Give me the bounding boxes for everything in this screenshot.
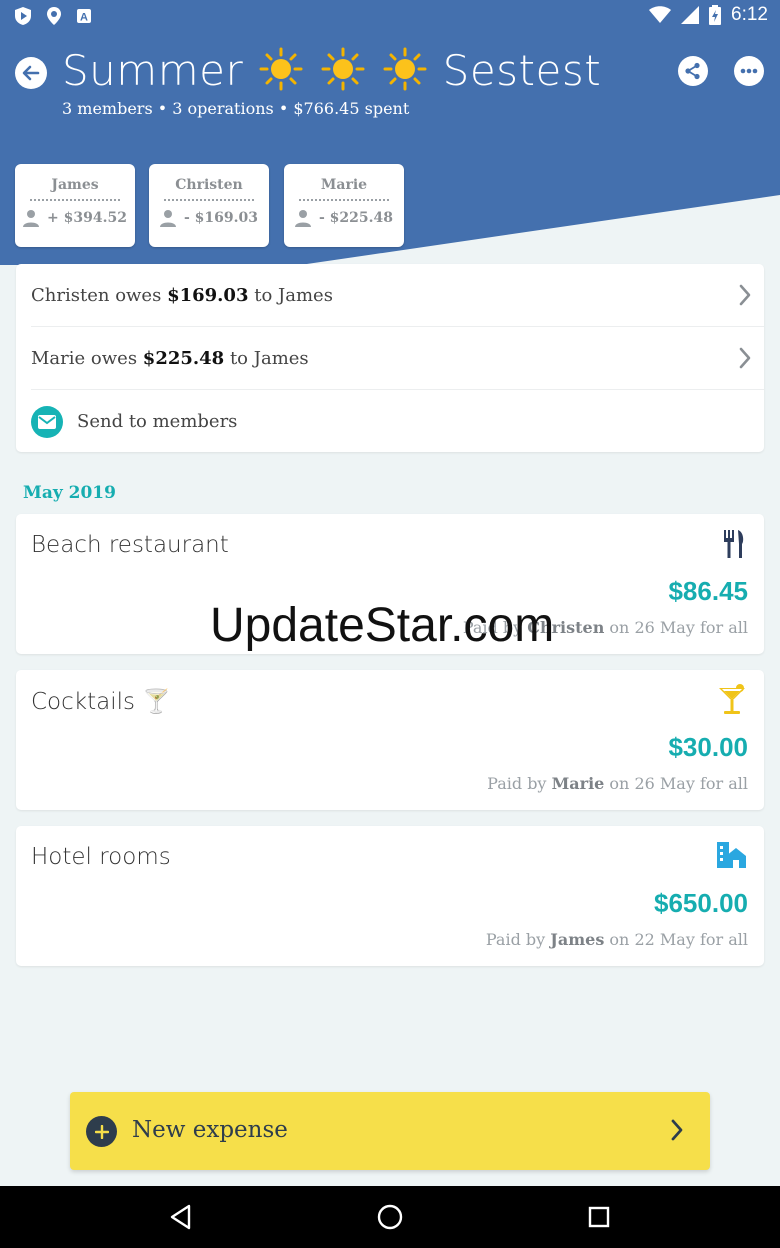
system-nav-bar (0, 1186, 780, 1248)
payer-name: Marie (551, 774, 605, 793)
member-card-marie[interactable]: Marie - $225.48 (284, 164, 404, 247)
new-expense-button[interactable]: New expense (70, 1092, 710, 1170)
debt-verb: owes (115, 285, 162, 306)
chevron-right-icon (739, 284, 751, 306)
more-button[interactable] (734, 56, 764, 86)
creditor-name: James (253, 348, 309, 369)
expense-name: Cocktails 🍸 (31, 689, 171, 715)
person-icon (159, 210, 176, 227)
person-icon (294, 210, 311, 227)
title-start: Summer (62, 46, 244, 95)
paid-details: on 26 May for all (609, 774, 748, 793)
debt-amount: $225.48 (142, 348, 225, 369)
debt-prep: to (229, 348, 249, 369)
creditor-name: James (278, 285, 333, 306)
watermark: UpdateStar.com (210, 599, 555, 652)
send-to-members-button[interactable]: Send to members (16, 390, 764, 453)
share-icon (685, 62, 700, 80)
debt-amount: $169.03 (167, 285, 249, 306)
member-card-christen[interactable]: Christen - $169.03 (149, 164, 269, 247)
nav-back-button[interactable] (166, 1202, 196, 1232)
title-end: Sestest (442, 46, 602, 95)
circle-home-icon (377, 1204, 403, 1230)
debt-row[interactable]: Christen owes $169.03 to James (16, 264, 764, 327)
new-expense-label: New expense (132, 1117, 288, 1143)
back-button[interactable] (15, 57, 47, 89)
member-card-james[interactable]: James + $394.52 (15, 164, 135, 247)
triangle-back-icon (170, 1204, 191, 1230)
page-title: Summer Sestest (62, 46, 601, 95)
paid-details: on 26 May for all (609, 618, 748, 637)
chevron-right-icon (739, 347, 751, 369)
plus-icon (86, 1116, 117, 1147)
arrow-left-icon (22, 65, 40, 81)
cutlery-icon (724, 530, 744, 558)
debt-prep: to (254, 285, 273, 306)
expense-amount: $30.00 (668, 732, 748, 762)
debtor-name: Christen (31, 285, 110, 306)
send-label: Send to members (77, 411, 238, 432)
expense-name: Hotel rooms (31, 844, 171, 870)
expense-meta: Paid by Marie on 26 May for all (487, 774, 748, 793)
expense-amount: $86.45 (668, 576, 748, 606)
location-pin-icon (47, 7, 61, 25)
more-dots-icon (740, 68, 758, 74)
month-header: May 2019 (23, 483, 116, 503)
svg-text:A: A (80, 12, 88, 24)
sun-icon (259, 47, 303, 91)
shield-play-icon (15, 7, 31, 25)
nav-recents-button[interactable] (584, 1202, 614, 1232)
debt-row[interactable]: Marie owes $225.48 to James (16, 327, 764, 390)
settlement-panel: Christen owes $169.03 to James Marie owe… (16, 264, 764, 452)
member-balance: - $225.48 (318, 210, 393, 226)
member-name: Marie (320, 177, 368, 193)
sun-icon (321, 47, 365, 91)
person-icon (23, 210, 40, 227)
sun-icon (383, 47, 427, 91)
envelope-icon (31, 405, 63, 438)
group-summary: 3 members • 3 operations • $766.45 spent (62, 99, 410, 118)
expense-card[interactable]: Hotel rooms $650.00 Paid by James on 22 … (16, 826, 764, 966)
hotel-icon (717, 842, 746, 868)
status-bar: A 6:12 (0, 0, 780, 32)
status-time: 6:12 (731, 4, 768, 25)
wifi-icon (649, 6, 672, 23)
debtor-name: Marie (31, 348, 86, 369)
divider (299, 199, 389, 201)
battery-icon (709, 5, 722, 25)
member-balance: + $394.52 (47, 210, 127, 226)
paid-details: on 22 May for all (609, 930, 748, 949)
paid-prefix: Paid by (487, 774, 547, 793)
member-name: James (51, 177, 99, 193)
expense-amount: $650.00 (654, 888, 748, 918)
debt-text: Christen owes $169.03 to James (31, 285, 333, 306)
square-recents-icon (588, 1206, 610, 1228)
cocktail-icon (719, 684, 745, 714)
paid-prefix: Paid by (485, 930, 546, 949)
expense-card[interactable]: Cocktails 🍸 $30.00 Paid by Marie on 26 M… (16, 670, 764, 810)
share-button[interactable] (678, 56, 708, 86)
member-name: Christen (175, 177, 243, 193)
expense-name: Beach restaurant (31, 532, 229, 558)
nav-home-button[interactable] (375, 1202, 405, 1232)
divider (164, 199, 254, 201)
payer-name: James (550, 930, 605, 949)
member-balance: - $169.03 (183, 210, 258, 226)
debt-text: Marie owes $225.48 to James (31, 348, 309, 369)
signal-icon (681, 6, 700, 24)
font-a-icon: A (77, 9, 91, 24)
debt-verb: owes (90, 348, 138, 369)
chevron-right-icon (671, 1119, 683, 1141)
divider (30, 199, 120, 201)
expense-meta: Paid by James on 22 May for all (486, 930, 748, 949)
